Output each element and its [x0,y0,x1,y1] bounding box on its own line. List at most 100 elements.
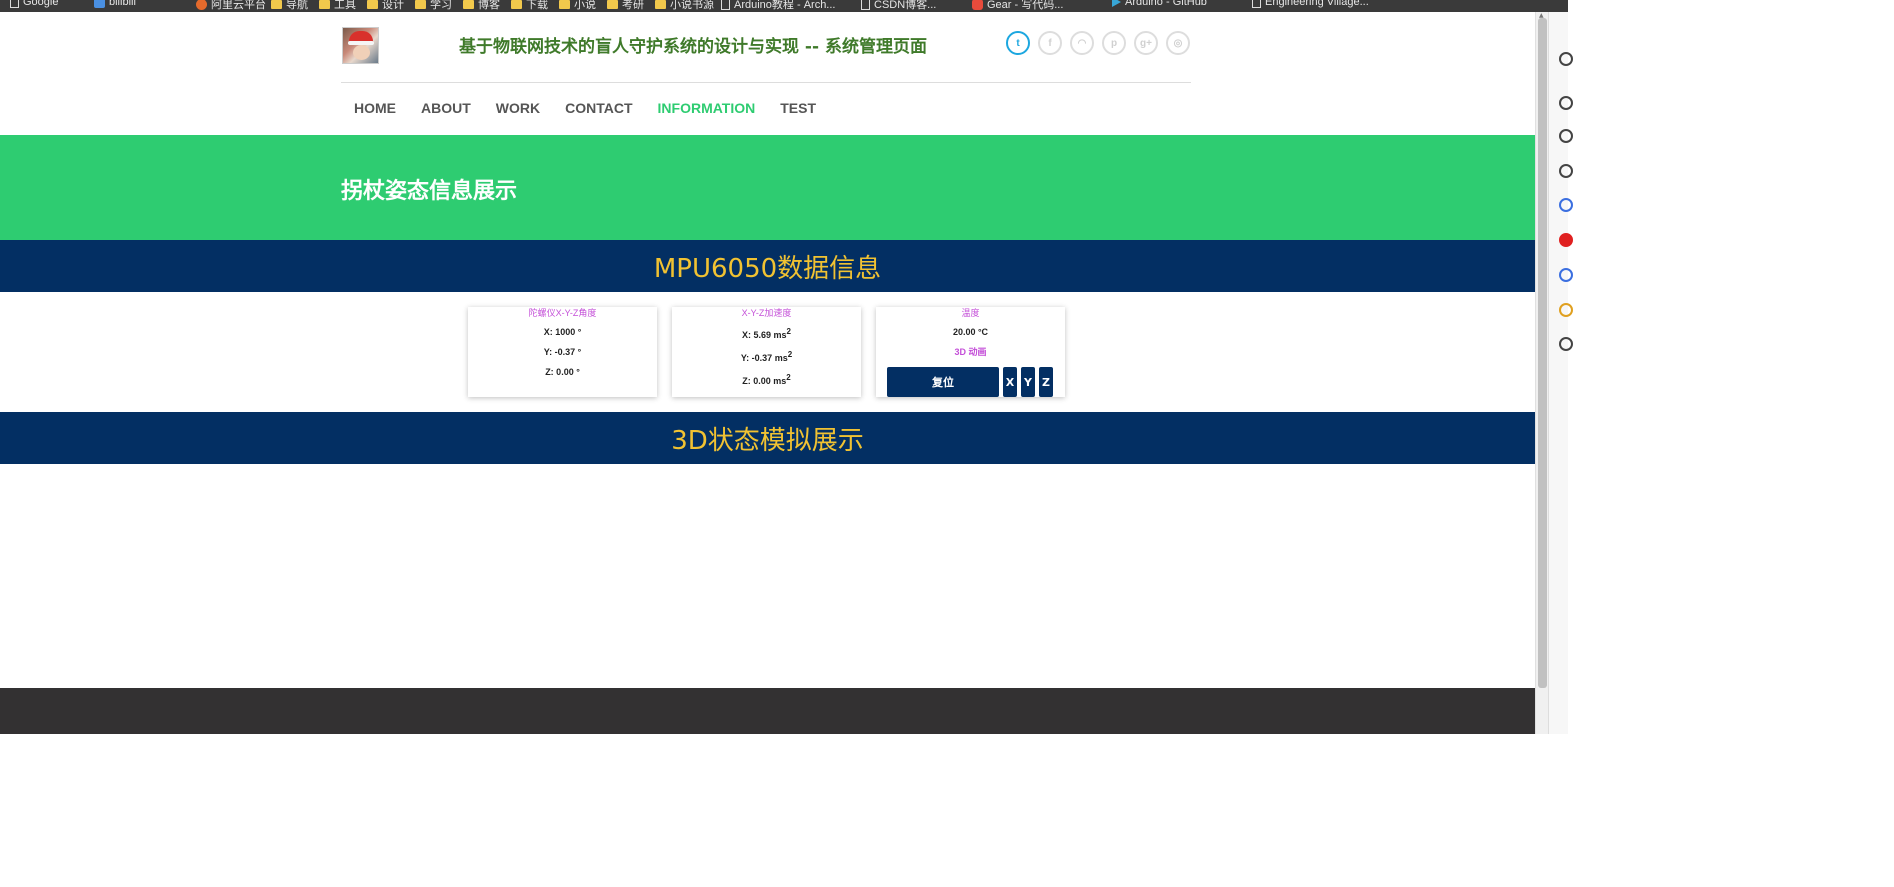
temperature-value: 20.00 °C [952,327,989,337]
bookmark-item[interactable]: 学习 [415,0,452,12]
3d-canvas-area[interactable] [0,464,1535,688]
social-links: t f ◠ p g+ ◎ [1006,31,1190,55]
folder-icon [655,0,666,9]
nav-item-home[interactable]: HOME [354,100,396,116]
nav-item-information[interactable]: INFORMATION [658,100,756,116]
header-divider [341,82,1191,83]
unit-superscript: 2 [787,350,793,359]
orange-icon [196,0,207,10]
gyro-y-value: Y: -0.37 ° [543,347,582,357]
main-nav: HOME ABOUT WORK CONTACT INFORMATION TEST [354,100,841,116]
animation-controls: 复位 X Y Z [887,367,1053,397]
rotate-y-button[interactable]: Y [1021,367,1035,397]
page-icon [861,0,870,10]
page-viewport: 基于物联网技术的盲人守护系统的设计与实现 -- 系统管理页面 t f ◠ p g+ ◎ H… [0,12,1535,734]
face-graphic [353,45,370,60]
tools-icon[interactable] [1559,129,1573,143]
accel-card: X-Y-Z加速度 X: 5.69 ms2 Y: -0.37 ms2 Z: 0.0… [672,307,861,397]
bookmark-label: 工具 [334,0,356,11]
bookmark-label: 设计 [382,0,404,11]
rss-icon[interactable]: ◠ [1070,31,1094,55]
bookmark-item[interactable]: Arduino - GitHub [1112,0,1207,8]
page-icon [10,0,19,8]
scroll-thumb[interactable] [1538,18,1547,688]
bookmark-item[interactable]: CSDN博客... [861,0,936,12]
office-icon[interactable] [1559,198,1573,212]
cyan-icon [1112,0,1121,7]
accel-x-text: X: 5.69 ms [742,330,787,340]
games-icon[interactable] [1559,164,1573,178]
gyro-x-value: X: 1000 ° [543,327,582,337]
bookmark-label: 阿里云平台 [211,0,266,11]
vertical-scrollbar[interactable]: ▲ [1535,12,1548,734]
bookmark-item[interactable]: bilibili [94,0,136,8]
section-title-3d: 3D状态模拟展示 [671,425,864,456]
nav-item-work[interactable]: WORK [496,100,540,116]
accel-y-text: Y: -0.37 ms [740,353,788,363]
dribbble-icon[interactable]: ◎ [1166,31,1190,55]
red-app-icon[interactable] [1559,233,1573,247]
page-icon [1252,0,1261,8]
bookmark-item[interactable]: 工具 [319,0,356,12]
twitter-icon[interactable]: t [1006,31,1030,55]
gyro-card-title: 陀螺仪X-Y-Z角度 [528,308,597,318]
site-title: 基于物联网技术的盲人守护系统的设计与实现 -- 系统管理页面 [459,37,927,57]
folder-icon [559,0,570,9]
google-plus-icon[interactable]: g+ [1134,31,1158,55]
accel-y-value: Y: -0.37 ms2 [672,345,861,368]
outlook-icon[interactable] [1559,268,1573,282]
animation-label: 3D 动画 [954,347,987,357]
bookmark-item[interactable]: 考研 [607,0,644,12]
bookmark-item[interactable]: 设计 [367,0,404,12]
reset-button[interactable]: 复位 [887,367,999,397]
bookmark-label: 小说 [574,0,596,11]
site-logo[interactable] [342,27,379,64]
site-footer [0,688,1535,734]
bookmark-label: CSDN博客... [874,0,937,11]
rotate-x-button[interactable]: X [1003,367,1017,397]
folder-icon [415,0,426,9]
bookmark-item[interactable]: 小说 [559,0,596,12]
bookmark-label: 学习 [430,0,452,11]
nav-item-test[interactable]: TEST [780,100,816,116]
section-header-mpu: MPU6050数据信息 [0,240,1535,292]
bookmark-item[interactable]: Google [10,0,58,8]
rotate-z-button[interactable]: Z [1039,367,1053,397]
accel-z-value: Z: 0.00 ms2 [672,368,861,391]
bookmark-label: Arduino - GitHub [1125,0,1207,8]
folder-icon [367,0,378,9]
bookmark-label: Engineering Village... [1265,0,1369,8]
accel-card-title: X-Y-Z加速度 [741,308,792,318]
bag-icon[interactable] [1559,96,1573,110]
folder-icon [463,0,474,9]
red-icon [972,0,983,10]
bookmark-label: Google [23,0,59,8]
folder-icon [607,0,618,9]
bookmark-item[interactable]: 博客 [463,0,500,12]
site-header: 基于物联网技术的盲人守护系统的设计与实现 -- 系统管理页面 t f ◠ p g+ ◎ [341,12,1191,82]
folder-icon [319,0,330,9]
nav-item-about[interactable]: ABOUT [421,100,471,116]
bookmark-item[interactable]: 下载 [511,0,548,12]
chat-icon[interactable] [1559,52,1573,66]
blue-icon [94,0,105,8]
settings-icon[interactable] [1559,337,1573,351]
bookmark-label: 博客 [478,0,500,11]
unit-superscript: 2 [786,327,791,336]
nav-item-contact[interactable]: CONTACT [565,100,632,116]
bookmarks-bar: Google bilibili 阿里云平台 导航 工具 设计 学习 博客 下载 小说 考研 小说书源 A… [0,0,1568,12]
drop-icon[interactable] [1559,303,1573,317]
pinterest-icon[interactable]: p [1102,31,1126,55]
bookmark-item[interactable]: 阿里云平台 [196,0,266,12]
bookmark-item[interactable]: Arduino教程 - Arch... [721,0,835,12]
bookmark-label: Gear - 写代码... [987,0,1064,11]
bookmark-item[interactable]: 导航 [271,0,308,12]
facebook-icon[interactable]: f [1038,31,1062,55]
gyro-z-value: Z: 0.00 ° [545,367,580,377]
gyro-card: 陀螺仪X-Y-Z角度 X: 1000 ° Y: -0.37 ° Z: 0.00 … [468,307,657,397]
bookmark-item[interactable]: Gear - 写代码... [972,0,1063,12]
bookmark-item[interactable]: 小说书源 [655,0,714,12]
temperature-card: 温度 20.00 °C 3D 动画 复位 X Y Z [876,307,1065,397]
browser-side-panel [1548,12,1573,734]
bookmark-item[interactable]: Engineering Village... [1252,0,1369,8]
